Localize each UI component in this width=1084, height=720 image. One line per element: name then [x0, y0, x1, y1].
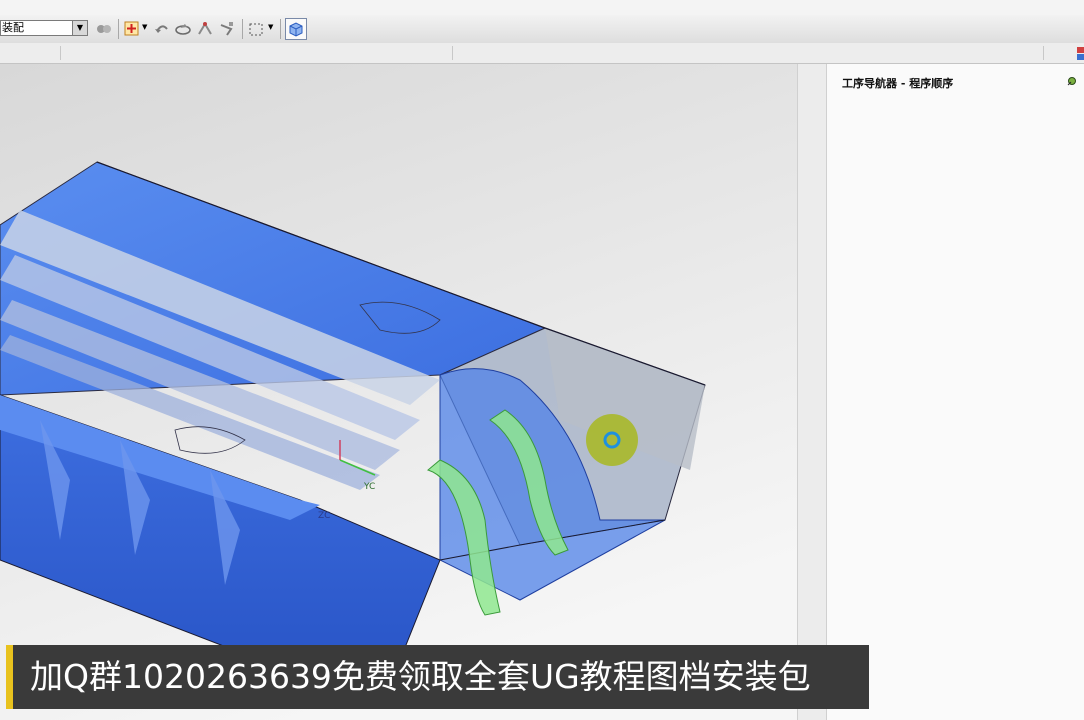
snap-point-icon[interactable] [122, 19, 142, 39]
toolbar-separator [242, 19, 243, 39]
toolbar: 装配 ▼ ▼ ▼ [0, 15, 1084, 44]
rotate-icon[interactable] [173, 19, 193, 39]
cube-view-icon[interactable] [285, 18, 307, 40]
wcs-yc-label: YC [363, 482, 375, 492]
snap-chevron-icon[interactable]: ▼ [142, 23, 147, 31]
secondary-toolbar [0, 43, 1084, 64]
toolbar-divider [452, 46, 453, 60]
toolbar-divider [1043, 46, 1044, 60]
graphics-viewport[interactable]: YC ZC [0, 64, 797, 720]
selection-filter-value: 装配 [2, 21, 24, 34]
chevron-down-icon[interactable]: ▼ [72, 21, 87, 35]
selection-filter-dropdown[interactable]: 装配 ▼ [0, 20, 88, 36]
subtitle-accent-bar [6, 645, 13, 709]
pivot-halo [586, 414, 638, 466]
model-view[interactable]: YC ZC [0, 64, 797, 720]
resource-bar-icon[interactable] [1075, 46, 1084, 61]
toolbar-separator [280, 19, 281, 39]
toolbar-divider [60, 46, 61, 60]
operation-navigator-panel: 工序导航器 - 程序顺序 [827, 64, 1084, 720]
undo-icon[interactable] [152, 19, 172, 39]
sketch-icon[interactable] [217, 19, 237, 39]
selection-box-icon[interactable] [246, 19, 266, 39]
subtitle-text: 加Q群1020263639免费领取全套UG教程图档安装包 [30, 657, 811, 696]
title-strip [0, 0, 1084, 16]
wcs-zc-label: ZC [318, 511, 330, 521]
resource-bar-gutter [797, 64, 827, 720]
subtitle-banner: 加Q群1020263639免费领取全套UG教程图档安装包 [6, 645, 869, 709]
navigator-title: 工序导航器 - 程序顺序 [842, 77, 954, 90]
rotation-pivot-marker[interactable] [586, 414, 638, 466]
pin-icon[interactable] [1067, 76, 1077, 86]
measure-icon[interactable] [195, 19, 215, 39]
selection-chevron-icon[interactable]: ▼ [268, 23, 273, 31]
toolbar-separator [118, 19, 119, 39]
assembly-icon[interactable] [94, 19, 114, 39]
